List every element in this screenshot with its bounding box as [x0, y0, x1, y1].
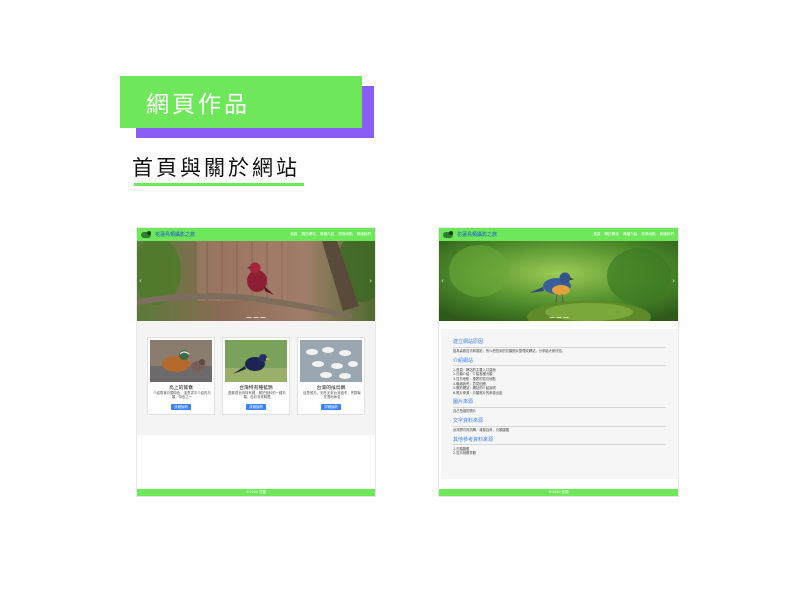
nav-spots[interactable]: 賞鳥地點 [641, 232, 655, 237]
bird-logo-icon [443, 230, 453, 238]
bird-card-mandarin-duck: 鳥上的鴛鴦 介紹鴛鴦鳥類特色，這是書中介紹的鳥類，特色之一 詳細說明 [147, 337, 215, 415]
carousel-next-icon[interactable]: › [369, 277, 372, 285]
site-title[interactable]: 花蓮鳥類攝影之旅 [457, 231, 497, 238]
section-text: 因為喜歡賞鳥和攝影，所以把拍到的鳥類照片整理成網站，分享給大家欣賞。 [453, 349, 566, 354]
swans-photo [300, 340, 362, 382]
section-text: 台灣野鳥資訊網、維基百科、鳥類圖鑑 [453, 428, 510, 433]
card-title: 台灣的候鳥鵝 [316, 386, 346, 391]
section-divider [453, 346, 666, 348]
card-description: 這是候鳥，到冬天來台灣過冬，會群聚在濕地休息 [303, 391, 361, 400]
site-footer: ©2020 鳥類 [137, 489, 375, 496]
card-description: 藍鵲是台灣特有種，屬於鴉科的一種鳥類，色彩非常鮮豔 [228, 391, 286, 400]
card-image [225, 340, 287, 382]
slide-subtitle: 首頁與關於網站 [132, 156, 300, 180]
red-finch-photo [137, 241, 375, 321]
about-content: 建立網站原因 因為喜歡賞鳥和攝影，所以把拍到的鳥類照片整理成網站，分享給大家欣賞… [441, 329, 678, 479]
card-description: 介紹鴛鴦鳥類特色，這是書中介紹的鳥類，特色之一 [153, 391, 211, 400]
blue-bird-photo [225, 340, 287, 382]
section-divider [453, 444, 666, 445]
card-detail-button[interactable]: 詳細說明 [246, 404, 266, 410]
card-image [150, 340, 212, 382]
card-section: 鳥上的鴛鴦 介紹鴛鴦鳥類特色，這是書中介紹的鳥類，特色之一 詳細說明 台灣特有種… [137, 321, 375, 435]
bird-logo-icon [141, 230, 151, 238]
bird-card-blue-bird: 台灣特有種藍鵲 藍鵲是台灣特有種，屬於鴉科的一種鳥類，色彩非常鮮豔 詳細說明 [222, 337, 290, 415]
section-divider [453, 406, 666, 408]
card-detail-button[interactable]: 詳細說明 [321, 404, 341, 410]
nav-contact[interactable]: 聯絡我們 [660, 232, 674, 237]
nav-home[interactable]: 首頁 [593, 232, 600, 237]
site-title[interactable]: 花蓮鳥類攝影之旅 [155, 231, 195, 238]
section-divider [453, 365, 666, 366]
carousel-next-icon[interactable]: › [672, 277, 675, 285]
card-detail-button[interactable]: 詳細說明 [171, 404, 191, 410]
bird-card-swans: 台灣的候鳥鵝 這是候鳥，到冬天來台灣過冬，會群聚在濕地休息 詳細說明 [297, 337, 365, 415]
hero-carousel: ‹ › [137, 241, 375, 321]
subtitle-underline [134, 183, 304, 186]
nav-spots[interactable]: 賞鳥地點 [338, 232, 352, 237]
nav-contact[interactable]: 聯絡我們 [357, 232, 371, 237]
nav-birds[interactable]: 鳥類介紹 [320, 232, 334, 237]
nav-links: 首頁 關於網站 鳥類介紹 賞鳥地點 聯絡我們 [290, 232, 371, 237]
card-title: 台灣特有種藍鵲 [239, 386, 273, 391]
slide-title-box: 網頁作品 [120, 76, 362, 128]
site-footer: ©2020 鳥類 [439, 489, 678, 496]
section-title-intro: 介紹網站 [453, 357, 474, 364]
about-page-screenshot: 花蓮鳥類攝影之旅 首頁 關於網站 鳥類介紹 賞鳥地點 聯絡我們 ‹ › 建立網站… [438, 227, 679, 497]
section-title-images: 圖片來源 [453, 399, 474, 406]
nav-birds[interactable]: 鳥類介紹 [623, 232, 637, 237]
nav-about[interactable]: 關於網站 [302, 232, 316, 237]
site-navbar: 花蓮鳥類攝影之旅 首頁 關於網站 鳥類介紹 賞鳥地點 聯絡我們 [137, 228, 375, 241]
carousel-indicators[interactable] [549, 316, 568, 318]
section-title-reason: 建立網站原因 [453, 339, 484, 345]
card-image [300, 340, 362, 382]
section-text: 6.照片來源：鳥類照片的來源出處 [453, 390, 503, 395]
section-title-other-sources: 其他參考資料來源 [453, 436, 494, 443]
card-title: 鳥上的鴛鴦 [169, 386, 193, 391]
section-title-text-sources: 文字資料來源 [453, 418, 484, 425]
mandarin-duck-photo [150, 340, 212, 382]
nav-links: 首頁 關於網站 鳥類介紹 賞鳥地點 聯絡我們 [593, 232, 674, 237]
slide-title: 網頁作品 [146, 92, 250, 118]
site-navbar: 花蓮鳥類攝影之旅 首頁 關於網站 鳥類介紹 賞鳥地點 聯絡我們 [439, 228, 678, 241]
nav-home[interactable]: 首頁 [290, 232, 297, 237]
section-text: 自己拍攝的照片 [453, 409, 477, 414]
carousel-indicators[interactable] [246, 316, 266, 318]
robin-photo [439, 241, 678, 321]
carousel-prev-icon[interactable]: ‹ [441, 277, 444, 285]
home-page-screenshot: 花蓮鳥類攝影之旅 首頁 關於網站 鳥類介紹 賞鳥地點 聯絡我們 ‹ › 鳥上的鴛… [136, 227, 376, 497]
nav-about[interactable]: 關於網站 [605, 232, 619, 237]
hero-carousel: ‹ › [439, 241, 678, 321]
section-text: 2.賞鳥相關書籍 [453, 451, 476, 456]
section-divider [453, 425, 666, 427]
carousel-prev-icon[interactable]: ‹ [139, 277, 142, 285]
